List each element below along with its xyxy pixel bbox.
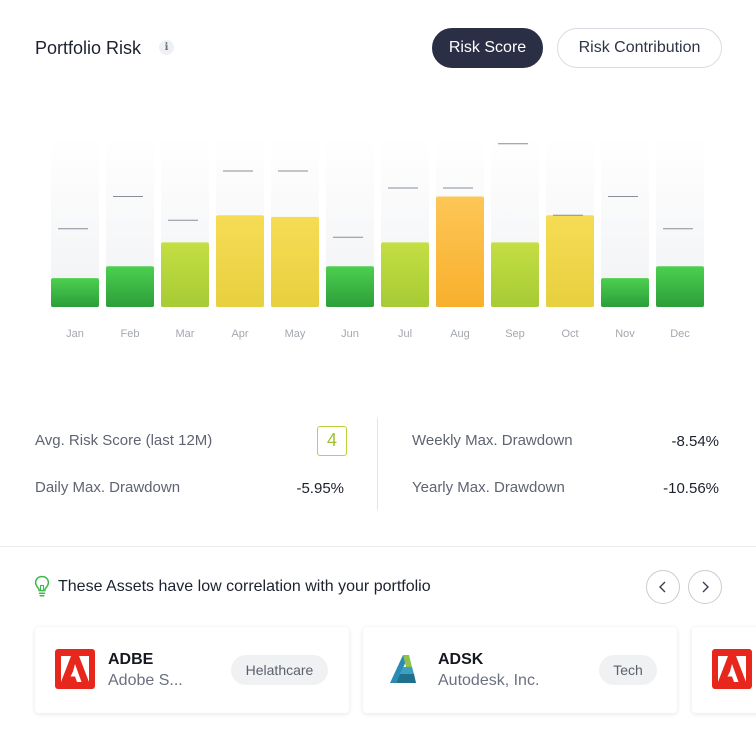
autodesk-logo	[383, 649, 423, 689]
risk-bar-mar[interactable]	[161, 242, 209, 307]
risk-bar-may[interactable]	[271, 216, 319, 307]
risk-bar-apr[interactable]	[216, 215, 264, 307]
carousel-prev-button[interactable]	[646, 570, 680, 604]
x-tick-label: Jan	[66, 328, 84, 340]
risk-bar-jun[interactable]	[326, 266, 374, 307]
x-tick-label: Apr	[231, 328, 248, 340]
x-tick-label: Mar	[176, 328, 195, 340]
risk-stats: Avg. Risk Score (last 12M) 4 Daily Max. …	[0, 412, 756, 522]
risk-bar-oct[interactable]	[546, 215, 594, 307]
risk-bar-sep[interactable]	[491, 242, 539, 307]
chevron-left-icon	[659, 581, 666, 593]
low-correlation-title: These Assets have low correlation with y…	[58, 578, 431, 595]
stats-divider	[377, 418, 378, 510]
avg-risk-score-badge: 4	[317, 426, 347, 456]
asset-card-adsk[interactable]: ADSK Autodesk, Inc. Tech	[363, 627, 677, 713]
x-tick-label: Jul	[398, 328, 412, 340]
yearly-drawdown-label: Yearly Max. Drawdown	[412, 479, 565, 496]
x-tick-label: Feb	[121, 328, 140, 340]
x-tick-label: Sep	[505, 328, 525, 340]
risk-score-toggle[interactable]: Risk Score	[432, 28, 543, 68]
section-divider	[0, 546, 756, 547]
daily-drawdown-label: Daily Max. Drawdown	[35, 479, 181, 496]
adobe-logo	[55, 649, 95, 689]
asset-card-adbe[interactable]: ADBE Adobe S... Helathcare	[35, 627, 349, 713]
adobe-logo	[712, 649, 752, 689]
x-tick-label: Oct	[561, 328, 578, 340]
asset-ticker: ADBE	[108, 651, 154, 668]
yearly-drawdown-value: -10.56%	[663, 480, 719, 497]
portfolio-risk-header: Portfolio Risk i Risk Score Risk Contrib…	[0, 0, 756, 100]
weekly-drawdown-label: Weekly Max. Drawdown	[412, 432, 573, 449]
x-tick-label: Dec	[670, 328, 690, 340]
asset-ticker: ADSK	[438, 651, 484, 668]
page-title: Portfolio Risk	[35, 38, 142, 58]
risk-contribution-toggle[interactable]: Risk Contribution	[557, 28, 722, 68]
low-correlation-header: These Assets have low correlation with y…	[0, 560, 756, 616]
avg-risk-score-label: Avg. Risk Score (last 12M)	[35, 432, 213, 449]
lightbulb-icon	[34, 575, 50, 597]
risk-bar-nov[interactable]	[601, 278, 649, 307]
risk-bar-dec[interactable]	[656, 266, 704, 307]
weekly-drawdown-value: -8.54%	[671, 433, 719, 450]
asset-company: Autodesk, Inc.	[438, 672, 540, 689]
x-tick-label: Jun	[341, 328, 359, 340]
x-tick-label: Aug	[450, 328, 470, 340]
x-tick-label: Nov	[615, 328, 635, 340]
asset-sector-badge: Tech	[599, 655, 657, 685]
risk-bar-aug[interactable]	[436, 196, 484, 308]
risk-bar-jan[interactable]	[51, 278, 99, 307]
carousel-next-button[interactable]	[688, 570, 722, 604]
chart-canvas: Jan Feb Mar Apr May Jun Jul Aug Sep Oct Nov Dec	[51, 137, 704, 340]
risk-bar-feb[interactable]	[106, 266, 154, 307]
asset-company: Adobe S...	[108, 672, 183, 689]
risk-score-chart: Jan Feb Mar Apr May Jun Jul Aug Sep Oct Nov Dec	[0, 100, 756, 360]
asset-sector-badge: Helathcare	[231, 655, 328, 685]
asset-card-partial[interactable]	[692, 627, 756, 713]
x-tick-label: May	[285, 328, 306, 340]
info-icon[interactable]: i	[159, 40, 174, 55]
daily-drawdown-value: -5.95%	[296, 480, 344, 497]
risk-bar-jul[interactable]	[381, 242, 429, 307]
chevron-right-icon	[702, 581, 709, 593]
